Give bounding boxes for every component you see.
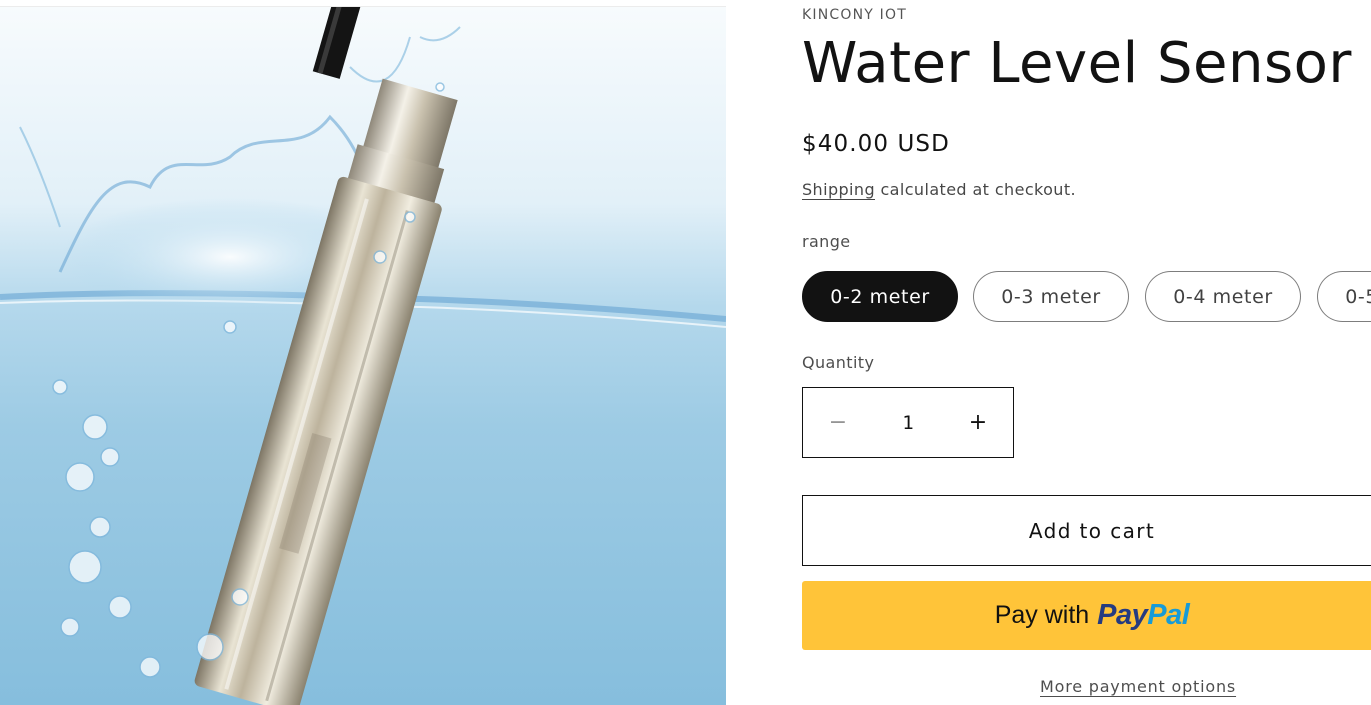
quantity-decrease-button[interactable]: − bbox=[803, 388, 873, 457]
minus-icon: − bbox=[828, 410, 848, 435]
quantity-input[interactable]: 1 bbox=[873, 412, 943, 434]
product-info: KINCONY IOT Water Level Sensor $40.00 US… bbox=[802, 0, 1371, 705]
shipping-text: calculated at checkout. bbox=[875, 180, 1077, 199]
quantity-stepper: − 1 + bbox=[802, 387, 1014, 458]
product-title: Water Level Sensor bbox=[802, 31, 1352, 96]
paypal-logo-pay: Pay bbox=[1097, 599, 1148, 631]
variant-option-0-4-meter[interactable]: 0-4 meter bbox=[1145, 271, 1301, 322]
plus-icon: + bbox=[968, 410, 988, 435]
more-payment-options-link[interactable]: More payment options bbox=[1040, 677, 1236, 696]
variant-option-0-2-meter[interactable]: 0-2 meter bbox=[802, 271, 958, 322]
shipping-link[interactable]: Shipping bbox=[802, 180, 875, 199]
variant-option-0-3-meter[interactable]: 0-3 meter bbox=[973, 271, 1129, 322]
quantity-increase-button[interactable]: + bbox=[943, 388, 1013, 457]
paypal-prefix: Pay with bbox=[994, 601, 1090, 629]
variant-option-0-5-meter[interactable]: 0-5 meter bbox=[1317, 271, 1371, 322]
variant-options: 0-2 meter 0-3 meter 0-4 meter 0-5 meter bbox=[802, 271, 1371, 325]
product-image[interactable] bbox=[0, 7, 726, 705]
variant-label: range bbox=[802, 232, 851, 251]
sensor-illustration bbox=[0, 7, 726, 705]
product-price: $40.00 USD bbox=[802, 131, 950, 157]
shipping-note: Shipping calculated at checkout. bbox=[802, 180, 1076, 199]
vendor-label: KINCONY IOT bbox=[802, 7, 907, 23]
paypal-logo-pal: Pal bbox=[1147, 599, 1190, 631]
quantity-label: Quantity bbox=[802, 353, 875, 372]
add-to-cart-button[interactable]: Add to cart bbox=[802, 495, 1371, 566]
paypal-button[interactable]: Pay with PayPal bbox=[802, 581, 1371, 650]
paypal-logo: PayPal bbox=[1097, 599, 1190, 632]
